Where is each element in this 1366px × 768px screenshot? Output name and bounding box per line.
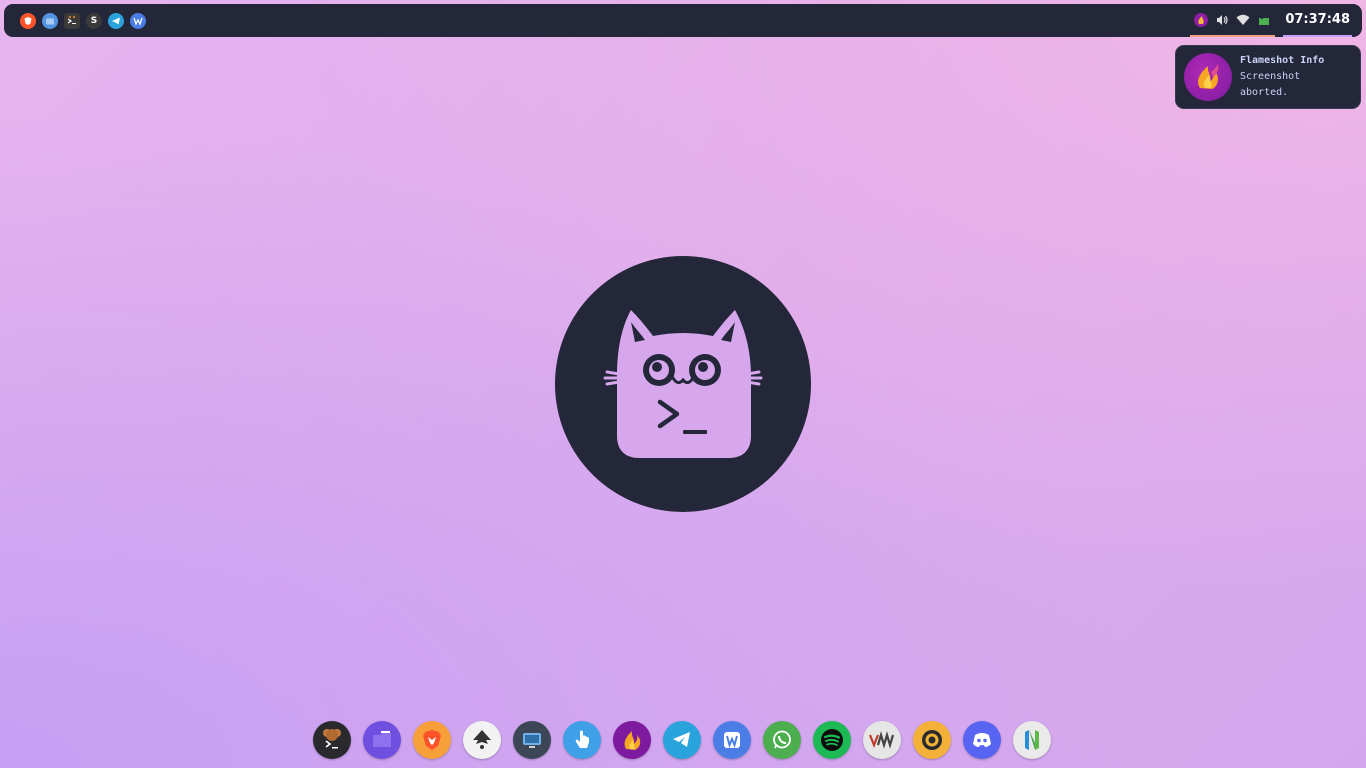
files-icon[interactable] <box>363 721 401 759</box>
wps-writer-icon[interactable] <box>713 721 751 759</box>
spotify-icon[interactable] <box>813 721 851 759</box>
status-icons <box>1190 4 1276 37</box>
running-apps: S <box>20 12 146 29</box>
battery-icon[interactable] <box>1257 13 1271 27</box>
discord-icon[interactable] <box>963 721 1001 759</box>
flameshot-icon <box>1184 53 1232 101</box>
neovim-icon[interactable] <box>1013 721 1051 759</box>
notification-title: Flameshot Info <box>1240 55 1325 66</box>
brave-icon[interactable] <box>20 12 36 29</box>
system-tray: 07:37:48 <box>1190 4 1352 37</box>
whatsapp-icon[interactable] <box>763 721 801 759</box>
top-panel: S 07:37:48 <box>4 4 1362 37</box>
s-app-icon[interactable]: S <box>86 12 102 29</box>
notification-text: Flameshot Info Screenshot aborted. <box>1240 53 1352 101</box>
dock <box>313 721 1051 759</box>
inkscape-icon[interactable] <box>463 721 501 759</box>
brave-icon[interactable] <box>413 721 451 759</box>
notification-popup[interactable]: Flameshot Info Screenshot aborted. <box>1175 45 1361 109</box>
terminal-icon[interactable] <box>64 12 80 29</box>
remote-desktop-icon[interactable] <box>513 721 551 759</box>
volume-icon[interactable] <box>1215 13 1229 27</box>
flameshot-icon[interactable] <box>613 721 651 759</box>
virt-manager-icon[interactable] <box>863 721 901 759</box>
cat-terminal-logo <box>555 256 811 512</box>
flameshot-tray-icon[interactable] <box>1194 12 1209 27</box>
clock[interactable]: 07:37:48 <box>1283 4 1352 37</box>
terminal-icon[interactable] <box>313 721 351 759</box>
telegram-icon[interactable] <box>108 12 124 29</box>
notification-body: Screenshot aborted. <box>1240 71 1301 98</box>
obs-icon[interactable] <box>913 721 951 759</box>
wps-writer-icon[interactable] <box>130 12 146 29</box>
touchegg-icon[interactable] <box>563 721 601 759</box>
telegram-icon[interactable] <box>663 721 701 759</box>
wifi-icon[interactable] <box>1236 13 1250 27</box>
files-icon[interactable] <box>42 12 58 29</box>
